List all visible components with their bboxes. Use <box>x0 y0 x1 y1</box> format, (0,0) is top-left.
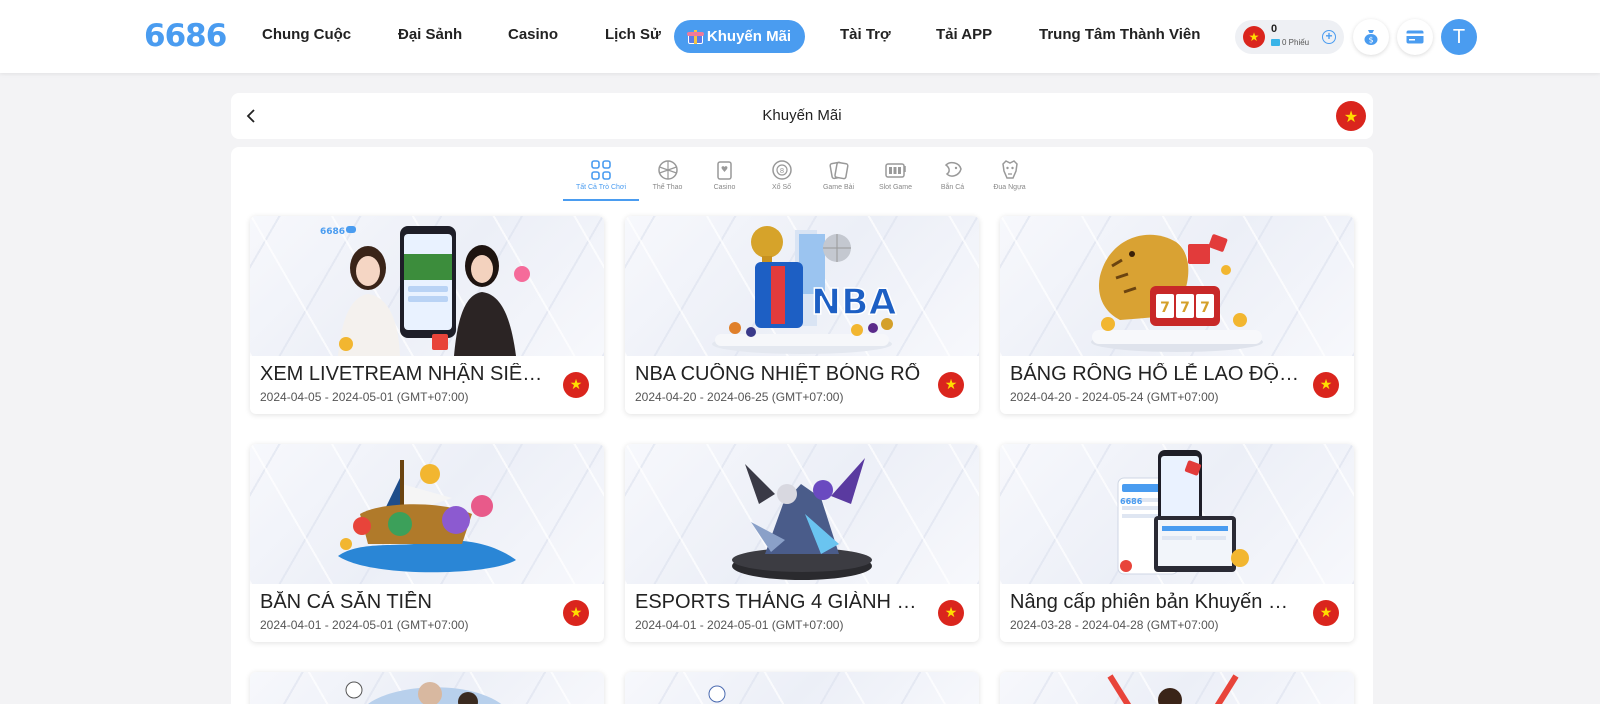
promo-date: 2024-03-28 - 2024-04-28 (GMT+07:00) <box>1010 618 1219 632</box>
promotions-panel: Tất Cả Trò Chơi Thể Thao Casino 8 Xổ Số <box>231 147 1373 704</box>
promo-date: 2024-04-20 - 2024-05-24 (GMT+07:00) <box>1010 390 1219 404</box>
promo-title: Nâng cấp phiên bản Khuyến mãi mới <box>1010 591 1300 613</box>
vietnam-flag-icon: ★ <box>1243 26 1265 48</box>
promo-banner-app: 6686 <box>1000 444 1354 584</box>
vietnam-flag-icon: ★ <box>938 600 964 626</box>
page-header: Khuyến Mãi ★ <box>231 93 1373 139</box>
svg-text:NBA: NBA <box>811 282 897 323</box>
fish-icon <box>944 161 962 177</box>
wallet-balance[interactable]: ★ 0 0 Phiếu + <box>1235 20 1344 54</box>
wallet-tickets: 0 Phiếu <box>1271 38 1309 47</box>
tab-label: Casino <box>713 184 736 191</box>
promo-card-app[interactable]: 6686 Nâng cấp phiên bản Khuyến mãi mới 2… <box>1000 444 1354 642</box>
promo-banner <box>250 672 604 704</box>
promo-title: NBA CUỒNG NHIỆT BÓNG RỔ <box>635 363 921 385</box>
tab-dua-ngua[interactable]: Đua Ngựa <box>981 155 1038 197</box>
promo-card-partial-1[interactable] <box>250 672 604 704</box>
nav-casino[interactable]: Casino <box>508 26 558 43</box>
site-logo[interactable]: 6686 <box>144 18 227 54</box>
promo-card-partial-2[interactable] <box>625 672 979 704</box>
vietnam-flag-icon: ★ <box>1313 372 1339 398</box>
promo-title: BẢNG RỒNG HỔ LỄ LAO ĐỘNG <box>1010 363 1300 385</box>
svg-text:7: 7 <box>1200 300 1210 316</box>
horse-icon <box>1001 160 1018 179</box>
promo-card-nba[interactable]: NBA NBA CUỒNG NHIỆT BÓNG RỔ 2024-04-20 -… <box>625 216 979 414</box>
card-button[interactable] <box>1397 19 1433 55</box>
promo-card-esports[interactable]: ESPORTS THÁNG 4 GIÀNH LẤY THƯỞNG 2024-04… <box>625 444 979 642</box>
promo-date: 2024-04-01 - 2024-05-01 (GMT+07:00) <box>260 618 469 632</box>
wallet-amount: 0 <box>1271 23 1278 35</box>
vietnam-flag-icon: ★ <box>938 372 964 398</box>
promo-banner-nba: NBA <box>625 216 979 356</box>
tab-slot-game[interactable]: Slot Game <box>867 155 924 197</box>
category-tabs: Tất Cả Trò Chơi Thể Thao Casino 8 Xổ Số <box>563 155 1038 201</box>
nav-dai-sanh[interactable]: Đại Sảnh <box>398 26 462 43</box>
promo-date: 2024-04-20 - 2024-06-25 (GMT+07:00) <box>635 390 844 404</box>
svg-text:8: 8 <box>779 167 783 175</box>
money-bag-button[interactable]: $ <box>1353 19 1389 55</box>
tab-all-games[interactable]: Tất Cả Trò Chơi <box>563 155 639 201</box>
nav-lich-su[interactable]: Lịch Sử <box>605 26 661 43</box>
lottery-icon: 8 <box>771 160 792 180</box>
svg-text:6686: 6686 <box>1120 497 1143 506</box>
svg-text:7: 7 <box>1160 300 1170 316</box>
vietnam-flag-icon[interactable]: ★ <box>1336 101 1366 131</box>
tab-game-bai[interactable]: Game Bài <box>810 155 867 197</box>
promo-date: 2024-04-01 - 2024-05-01 (GMT+07:00) <box>635 618 844 632</box>
casino-card-icon <box>716 161 732 180</box>
tab-label: Bắn Cá <box>940 184 965 191</box>
credit-card-icon <box>1406 30 1424 44</box>
ticket-icon <box>1271 39 1280 46</box>
promo-card-partial-3[interactable] <box>1000 672 1354 704</box>
deposit-plus-icon[interactable]: + <box>1322 30 1336 44</box>
nav-khuyen-mai-active[interactable]: Khuyến Mãi <box>674 20 805 53</box>
user-avatar[interactable]: T <box>1441 19 1477 55</box>
promo-banner-tiger: 7 7 7 <box>1000 216 1354 356</box>
tab-the-thao[interactable]: Thể Thao <box>639 155 696 197</box>
tab-ban-ca[interactable]: Bắn Cá <box>924 155 981 197</box>
promo-banner-livestream: 6686 <box>250 216 604 356</box>
tab-label: Thể Thao <box>652 184 683 191</box>
top-navbar: 6686 Chung Cuộc Đại Sảnh Casino Lịch Sử … <box>0 0 1600 73</box>
page-title: Khuyến Mãi <box>762 107 842 124</box>
promo-banner-esports <box>625 444 979 584</box>
promo-banner <box>625 672 979 704</box>
promo-card-livestream[interactable]: 6686 XEM LIVETREAM NHẬN SIÊU QU <box>250 216 604 414</box>
vietnam-flag-icon: ★ <box>563 372 589 398</box>
tab-label: Slot Game <box>878 184 913 191</box>
nav-active-label: Khuyến Mãi <box>706 28 792 45</box>
nav-chung-cuoc[interactable]: Chung Cuộc <box>262 26 351 43</box>
tab-casino[interactable]: Casino <box>696 155 753 197</box>
grid-icon <box>591 160 611 180</box>
tab-label: Tất Cả Trò Chơi <box>575 184 627 191</box>
svg-text:$: $ <box>1368 36 1373 45</box>
promo-card-fish[interactable]: BẮN CÁ SĂN TIỀN 2024-04-01 - 2024-05-01 … <box>250 444 604 642</box>
vietnam-flag-icon: ★ <box>563 600 589 626</box>
nav-tai-tro[interactable]: Tài Trợ <box>840 26 891 43</box>
promo-banner-fish <box>250 444 604 584</box>
promo-title: ESPORTS THÁNG 4 GIÀNH LẤY THƯỞNG <box>635 591 925 613</box>
vietnam-flag-icon: ★ <box>1313 600 1339 626</box>
nav-tai-app[interactable]: Tải APP <box>936 26 992 43</box>
promo-title: XEM LIVETREAM NHẬN SIÊU QUÀ TẶNG <box>260 363 550 385</box>
svg-text:7: 7 <box>1180 300 1190 316</box>
svg-text:6686: 6686 <box>320 227 345 237</box>
tab-label: Game Bài <box>822 184 855 191</box>
tab-label: Xổ Số <box>771 184 792 191</box>
promo-card-tiger[interactable]: 7 7 7 BẢNG RỒNG HỔ LỄ LAO ĐỘNG 2024-04-2… <box>1000 216 1354 414</box>
tab-xo-so[interactable]: 8 Xổ Số <box>753 155 810 197</box>
wallet-tickets-label: 0 Phiếu <box>1282 38 1310 47</box>
cards-icon <box>828 161 849 180</box>
promo-date: 2024-04-05 - 2024-05-01 (GMT+07:00) <box>260 390 469 404</box>
ball-icon <box>657 160 678 180</box>
money-bag-icon: $ <box>1364 30 1378 45</box>
gift-icon <box>686 29 704 44</box>
nav-trung-tam-thanh-vien[interactable]: Trung Tâm Thành Viên <box>1039 26 1200 43</box>
tab-label: Đua Ngựa <box>993 184 1026 191</box>
slot-icon <box>884 163 906 178</box>
promo-title: BẮN CÁ SĂN TIỀN <box>260 591 432 613</box>
promo-banner <box>1000 672 1354 704</box>
